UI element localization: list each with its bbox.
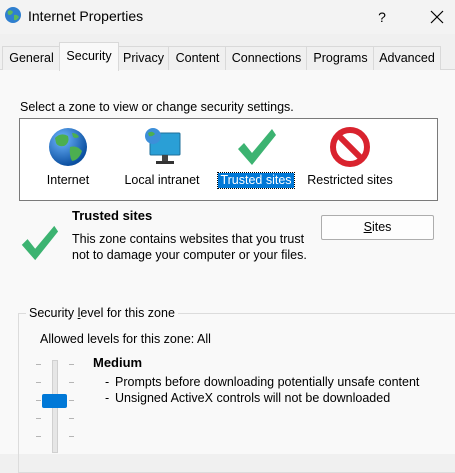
zone-local-intranet-label: Local intranet bbox=[124, 173, 200, 187]
security-level-legend-post: evel for this zone bbox=[80, 306, 175, 320]
slider-tick bbox=[36, 400, 41, 401]
zone-restricted-sites-label: Restricted sites bbox=[307, 173, 393, 187]
zone-internet[interactable]: Internet bbox=[40, 125, 96, 188]
close-icon bbox=[430, 10, 444, 24]
no-entry-icon bbox=[330, 127, 370, 167]
sites-button-accelerator: S bbox=[363, 220, 372, 234]
slider-tick bbox=[69, 436, 74, 437]
allowed-levels-text: Allowed levels for this zone: All bbox=[40, 332, 211, 346]
tab-programs[interactable]: Programs bbox=[306, 46, 375, 70]
zone-prompt: Select a zone to view or change security… bbox=[20, 100, 294, 114]
zone-description: This zone contains websites that you tru… bbox=[72, 232, 307, 262]
slider-thumb[interactable] bbox=[42, 394, 67, 408]
security-level-legend: Security level for this zone bbox=[26, 306, 178, 320]
close-button[interactable] bbox=[422, 2, 452, 32]
tab-strip: General Security Privacy Content Connect… bbox=[0, 42, 455, 71]
slider-tick bbox=[36, 436, 41, 437]
slider-tick bbox=[69, 418, 74, 419]
slider-tick bbox=[69, 400, 74, 401]
zone-title: Trusted sites bbox=[72, 208, 153, 223]
sites-button-label-post: ites bbox=[371, 220, 392, 234]
zone-trusted-sites-label: Trusted sites bbox=[217, 172, 295, 189]
help-button[interactable]: ? bbox=[368, 2, 396, 32]
tab-content[interactable]: Content bbox=[168, 46, 227, 70]
security-level-bullet: Prompts before downloading potentially u… bbox=[105, 374, 425, 390]
slider-tick bbox=[69, 382, 74, 383]
tab-privacy[interactable]: Privacy bbox=[117, 46, 170, 70]
internet-properties-globe-icon bbox=[4, 6, 22, 24]
slider-tick bbox=[36, 418, 41, 419]
green-checkmark-icon bbox=[238, 129, 276, 165]
sites-button[interactable]: Sites bbox=[321, 215, 434, 240]
trusted-sites-checkmark-icon bbox=[18, 222, 60, 264]
security-level-legend-pre: Security bbox=[29, 306, 78, 320]
tab-general[interactable]: General bbox=[2, 46, 61, 70]
network-monitor-icon bbox=[145, 128, 181, 164]
zone-internet-label: Internet bbox=[46, 173, 90, 187]
globe-icon bbox=[49, 128, 87, 166]
tab-connections[interactable]: Connections bbox=[225, 46, 308, 70]
zone-trusted-sites[interactable]: Trusted sites bbox=[216, 125, 296, 189]
security-level-bullet: Unsigned ActiveX controls will not be do… bbox=[105, 390, 425, 406]
slider-tick bbox=[69, 364, 74, 365]
zone-local-intranet[interactable]: Local intranet bbox=[120, 125, 204, 188]
slider-tick bbox=[36, 364, 41, 365]
zone-list: Internet Local intranet Trusted sites Re… bbox=[19, 118, 438, 201]
tab-security[interactable]: Security bbox=[59, 42, 119, 71]
security-level-name: Medium bbox=[93, 355, 143, 370]
tab-advanced[interactable]: Advanced bbox=[373, 46, 441, 70]
security-level-bullets: Prompts before downloading potentially u… bbox=[105, 374, 425, 406]
zone-restricted-sites[interactable]: Restricted sites bbox=[304, 125, 396, 188]
window-title: Internet Properties bbox=[28, 8, 144, 24]
slider-tick bbox=[36, 382, 41, 383]
